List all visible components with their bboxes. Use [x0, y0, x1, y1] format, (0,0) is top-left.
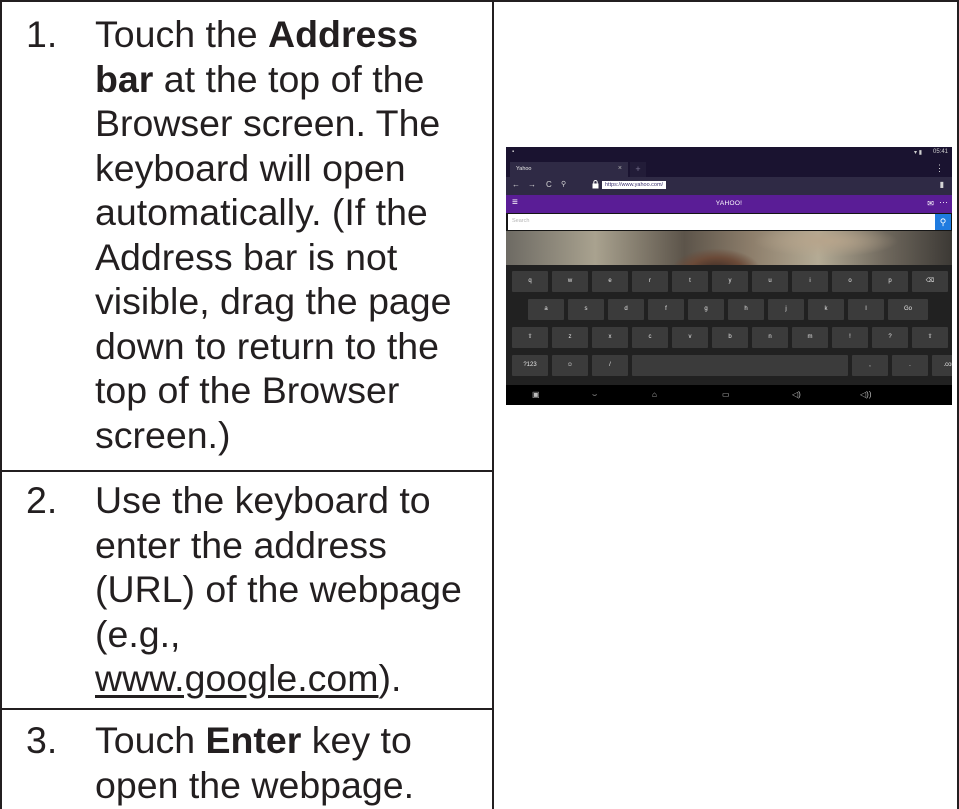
- more-icon[interactable]: ···: [939, 197, 948, 207]
- signal-icon: ▾ ▮: [914, 150, 922, 156]
- keyboard-key[interactable]: ⇧: [512, 327, 548, 348]
- keyboard-key[interactable]: w: [552, 271, 588, 292]
- keyboard-key-space[interactable]: [632, 355, 848, 376]
- keyboard-key[interactable]: c: [632, 327, 668, 348]
- site-logo[interactable]: YAHOO!: [506, 200, 952, 207]
- step-text: Use the keyboard to enter the address (U…: [95, 479, 462, 699]
- keyboard-key[interactable]: o: [832, 271, 868, 292]
- search-icon[interactable]: ⚲: [561, 180, 566, 188]
- keyboard-key[interactable]: e: [592, 271, 628, 292]
- step-text: Touch Enter key to open the webpage.: [95, 719, 415, 806]
- keyboard-key[interactable]: r: [632, 271, 668, 292]
- keyboard-key[interactable]: ?123: [512, 355, 548, 376]
- volume-down-icon[interactable]: ◁): [792, 390, 801, 399]
- keyboard-key[interactable]: ⌫: [912, 271, 948, 292]
- tab-strip: Yahoo × + ⋮: [506, 159, 952, 177]
- keyboard-key[interactable]: ?: [872, 327, 908, 348]
- back-icon[interactable]: ←: [512, 180, 520, 189]
- keyboard-key[interactable]: q: [512, 271, 548, 292]
- keyboard-key[interactable]: ⇧: [912, 327, 948, 348]
- keyboard-key[interactable]: y: [712, 271, 748, 292]
- keyboard-key[interactable]: g: [688, 299, 724, 320]
- keyboard-key[interactable]: f: [648, 299, 684, 320]
- site-search-input[interactable]: Search: [508, 214, 935, 230]
- url-field[interactable]: https://www.yahoo.com/: [602, 181, 667, 189]
- step-text: Touch the Address bar at the top of the …: [95, 13, 452, 456]
- tab-yahoo[interactable]: Yahoo ×: [510, 162, 628, 177]
- table-left-border: [0, 0, 2, 809]
- keyboard-key[interactable]: Go: [888, 299, 928, 320]
- hero-photo: [506, 231, 952, 265]
- keyboard-key[interactable]: m: [792, 327, 828, 348]
- keyboard-key[interactable]: v: [672, 327, 708, 348]
- status-bar: ▪ ▾ ▮ 05:41: [506, 147, 952, 159]
- table-divider: [492, 0, 494, 809]
- keyboard-key[interactable]: z: [552, 327, 588, 348]
- keyboard-key[interactable]: ☺: [552, 355, 588, 376]
- keyboard-key[interactable]: u: [752, 271, 788, 292]
- keyboard-key[interactable]: i: [792, 271, 828, 292]
- example-url-link[interactable]: www.google.com: [95, 657, 378, 699]
- keyboard-key[interactable]: s: [568, 299, 604, 320]
- keyboard-key[interactable]: t: [672, 271, 708, 292]
- keyboard-key[interactable]: h: [728, 299, 764, 320]
- screenshot-icon[interactable]: ▣: [532, 390, 540, 399]
- keyboard-key[interactable]: .com: [932, 355, 952, 376]
- keyboard-key[interactable]: p: [872, 271, 908, 292]
- site-header: ≡ YAHOO! ✉ ···: [506, 195, 952, 213]
- keyboard-key[interactable]: n: [752, 327, 788, 348]
- forward-icon[interactable]: →: [528, 180, 536, 189]
- address-bar[interactable]: ← → C ⚲ https://www.yahoo.com/ ▮: [506, 177, 952, 195]
- row-divider-1: [0, 470, 494, 472]
- recents-icon[interactable]: ▭: [722, 390, 730, 399]
- volume-up-icon[interactable]: ◁)): [860, 390, 871, 399]
- keyboard-key[interactable]: /: [592, 355, 628, 376]
- keyboard-key[interactable]: k: [808, 299, 844, 320]
- step-number: 2.: [26, 479, 58, 521]
- keyboard-key[interactable]: .: [892, 355, 928, 376]
- search-placeholder: Search: [512, 218, 530, 224]
- tab-title: Yahoo: [516, 166, 532, 172]
- overflow-menu-icon[interactable]: ⋮: [935, 163, 944, 174]
- status-time: 05:41: [932, 149, 948, 155]
- step-number: 3.: [26, 719, 58, 761]
- browser-screenshot: ▪ ▾ ▮ 05:41 Yahoo × + ⋮ ← → C ⚲ https://…: [506, 147, 952, 405]
- hide-keyboard-icon[interactable]: ⌣: [592, 390, 597, 400]
- row-divider-2: [0, 708, 494, 710]
- step-number: 1.: [26, 13, 58, 55]
- close-tab-icon[interactable]: ×: [618, 165, 622, 172]
- on-screen-keyboard: q w e r t y u i o p ⌫ a s d f g h j k l Go ⇧ z x c v b n m!? ⇧ ?123 ☺ /,…: [506, 265, 952, 385]
- keyboard-key[interactable]: b: [712, 327, 748, 348]
- keyboard-key[interactable]: !: [832, 327, 868, 348]
- keyboard-key[interactable]: j: [768, 299, 804, 320]
- keyboard-key[interactable]: d: [608, 299, 644, 320]
- reload-icon[interactable]: C: [546, 180, 552, 189]
- notification-icon: ▪: [512, 149, 515, 155]
- lock-icon: [592, 180, 599, 189]
- keyboard-key[interactable]: x: [592, 327, 628, 348]
- keyboard-key[interactable]: a: [528, 299, 564, 320]
- keyboard-key[interactable]: l: [848, 299, 884, 320]
- table-top-border: [0, 0, 959, 2]
- system-nav-bar: ▣ ⌣ ⌂ ▭ ◁) ◁)): [506, 385, 952, 405]
- home-icon[interactable]: ⌂: [652, 390, 657, 399]
- mail-icon[interactable]: ✉: [927, 199, 934, 208]
- bookmark-icon[interactable]: ▮: [940, 180, 944, 189]
- keyboard-key[interactable]: ,: [852, 355, 888, 376]
- site-search-button[interactable]: ⚲: [935, 214, 951, 230]
- new-tab-icon[interactable]: +: [630, 162, 646, 177]
